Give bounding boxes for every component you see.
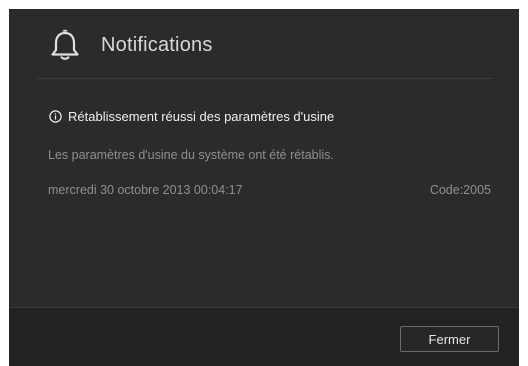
notifications-dialog: Notifications Rétablissement réussi des … <box>9 9 519 366</box>
dialog-header: Notifications <box>9 9 519 79</box>
notification-code: Code:2005 <box>429 183 491 197</box>
notification-title-row: Rétablissement réussi des paramètres d'u… <box>49 107 334 125</box>
info-icon <box>49 109 62 123</box>
notification-message: Les paramètres d'usine du système ont ét… <box>48 148 334 162</box>
dialog-footer: Fermer <box>9 307 519 366</box>
bell-icon <box>51 29 79 60</box>
notification-title: Rétablissement réussi des paramètres d'u… <box>68 108 335 124</box>
notification-timestamp: mercredi 30 octobre 2013 00:04:17 <box>48 183 243 197</box>
header-divider <box>37 78 493 79</box>
dialog-title: Notifications <box>101 34 213 56</box>
close-button[interactable]: Fermer <box>400 326 499 352</box>
